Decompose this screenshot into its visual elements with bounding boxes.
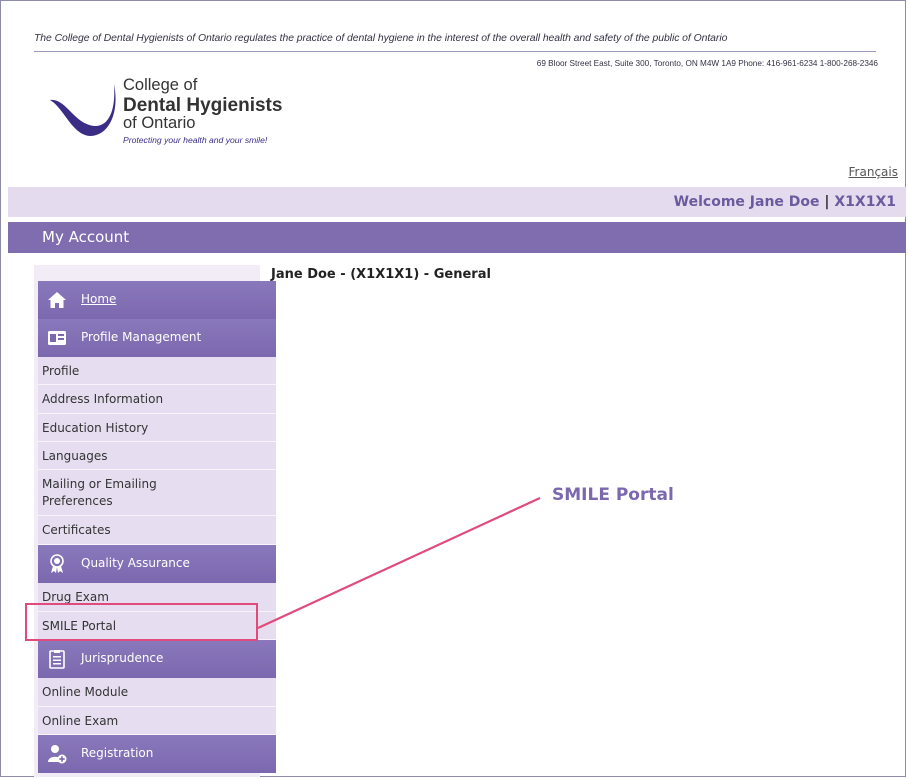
smile-portal-callout: SMILE Portal bbox=[552, 485, 674, 505]
callout-pointer-line bbox=[257, 497, 541, 629]
